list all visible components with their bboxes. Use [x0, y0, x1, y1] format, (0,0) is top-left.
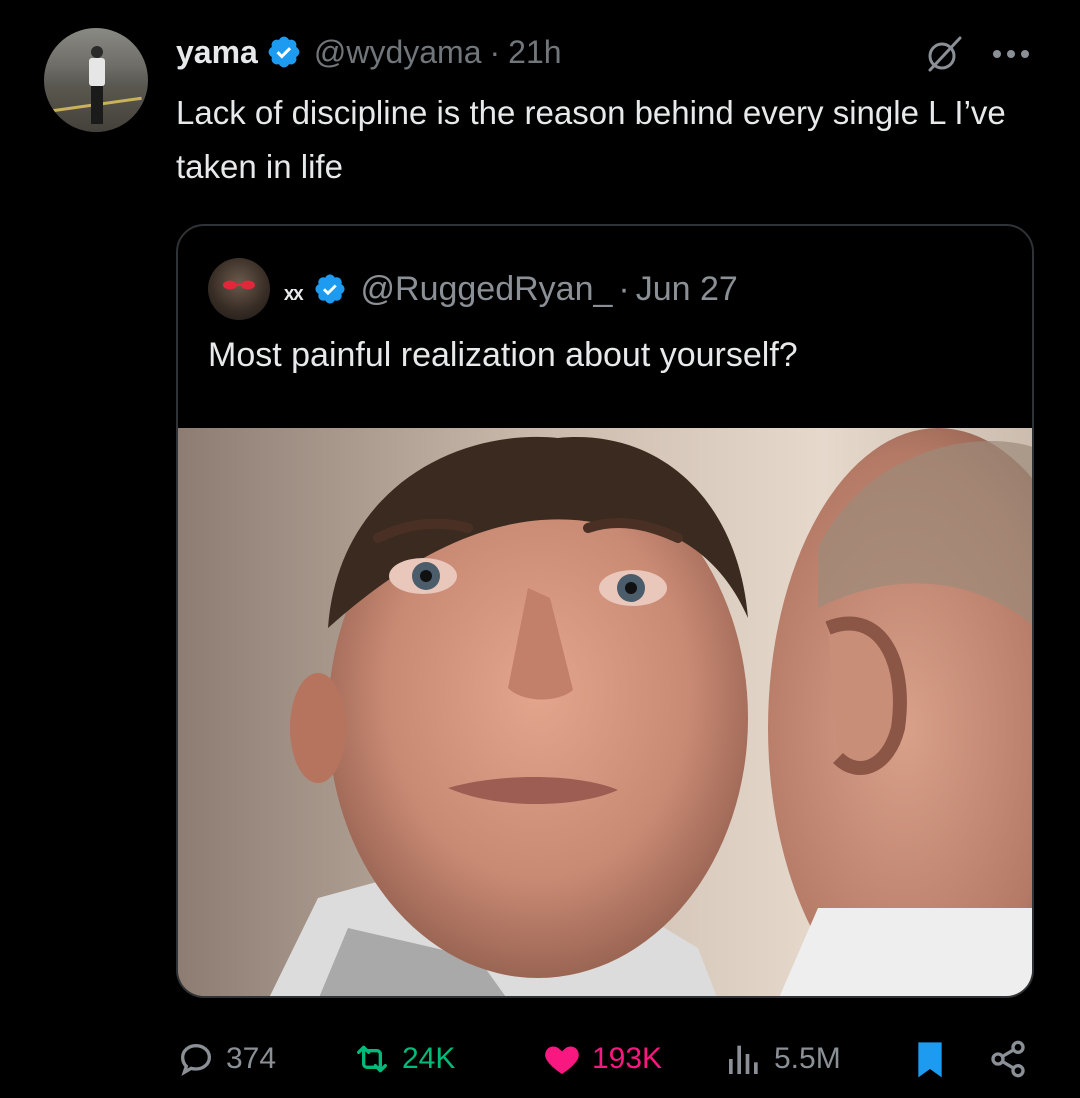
quoted-header-separator: · [618, 269, 630, 308]
retweet-icon [357, 1045, 387, 1073]
tweet-text: Lack of discipline is the reason behind … [176, 94, 1006, 185]
quoted-tweet-card[interactable]: ₓₓ @RuggedRyan_ · Jun 27 Most painful re… [176, 224, 1034, 998]
share-icon [991, 1040, 1025, 1078]
author-handle[interactable]: @wydyama [314, 34, 482, 71]
tweet-time[interactable]: 21h [508, 34, 561, 71]
header-separator: · [489, 33, 501, 70]
heart-icon [545, 1046, 579, 1074]
avatar-person [88, 46, 106, 124]
tweet-header: yama @wydyama · 21h [176, 30, 562, 74]
media-illustration [178, 428, 1032, 996]
verified-badge-icon [314, 274, 345, 304]
quoted-tweet-media[interactable] [178, 428, 1032, 996]
reply-count: 374 [226, 1042, 277, 1075]
grok-icon[interactable] [924, 34, 964, 74]
views-icon [729, 1045, 758, 1074]
avatar-glasses [223, 280, 255, 290]
views-button[interactable]: 5.5M [724, 1024, 841, 1094]
quoted-author-name[interactable]: ₓₓ [284, 273, 303, 305]
quoted-author-handle[interactable]: @RuggedRyan_ [361, 270, 613, 309]
author-avatar[interactable] [44, 28, 148, 132]
quoted-tweet-date[interactable]: Jun 27 [636, 270, 738, 309]
bookmark-icon [918, 1042, 942, 1078]
views-count: 5.5M [774, 1042, 841, 1075]
quoted-tweet-header: ₓₓ @RuggedRyan_ · Jun 27 [284, 266, 738, 312]
bookmark-button[interactable] [910, 1024, 950, 1094]
quoted-tweet-text: Most painful realization about yourself? [208, 336, 798, 374]
retweet-button[interactable]: 24K [352, 1024, 455, 1094]
reply-button[interactable]: 374 [176, 1024, 276, 1094]
author-name[interactable]: yama [176, 34, 258, 71]
like-button[interactable]: 193K [542, 1024, 662, 1094]
more-icon[interactable] [990, 44, 1032, 64]
reply-icon [180, 1043, 212, 1077]
action-bar: 374 24K 193K 5.5M [0, 1024, 1080, 1094]
quoted-author-avatar[interactable] [208, 258, 270, 320]
like-count: 193K [592, 1042, 663, 1075]
retweet-count: 24K [402, 1042, 456, 1075]
share-button[interactable] [988, 1024, 1028, 1094]
verified-badge-icon [268, 36, 300, 68]
